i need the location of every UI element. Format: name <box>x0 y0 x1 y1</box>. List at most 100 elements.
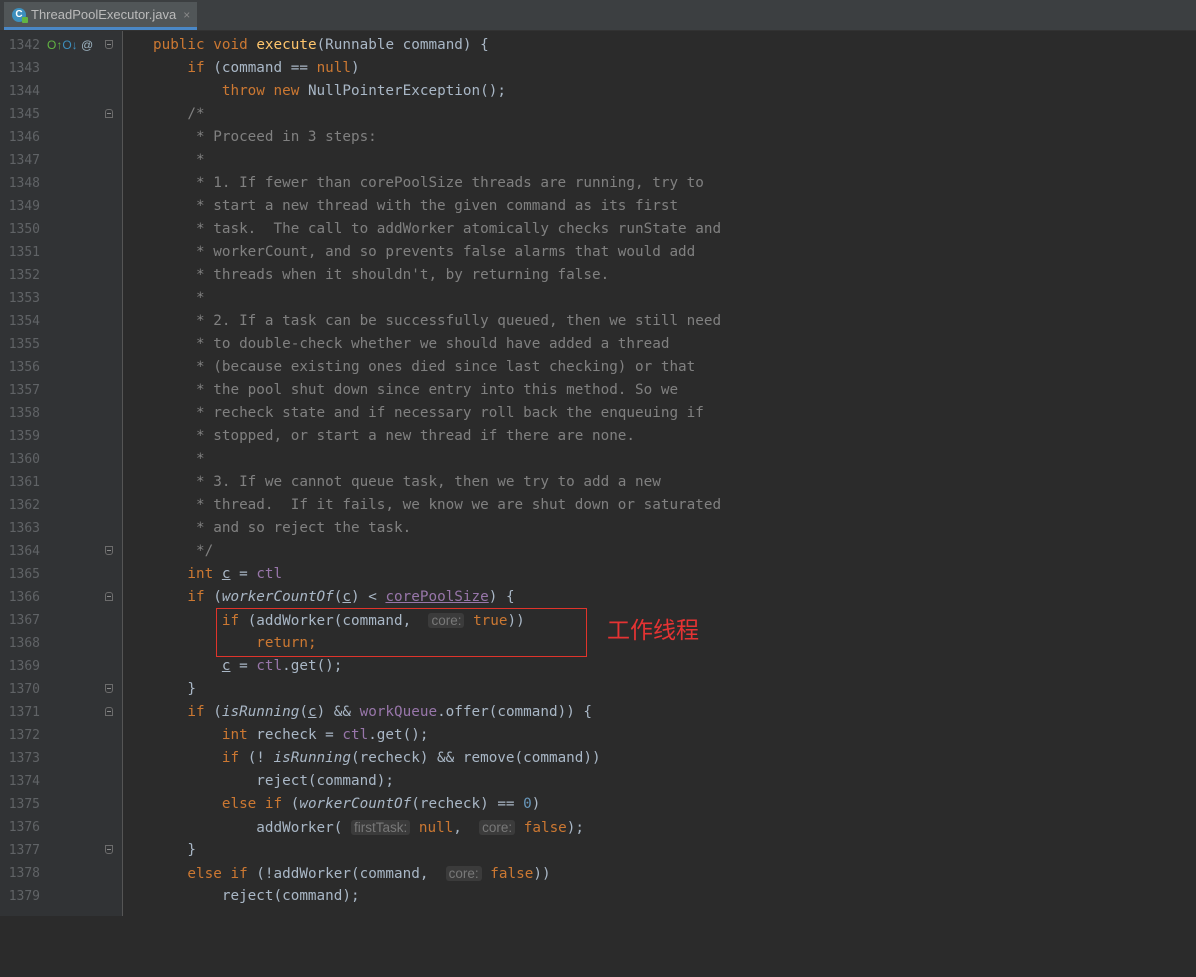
code-line: 1372 int recheck = ctl.get(); <box>0 724 1196 747</box>
fold-icon[interactable] <box>105 109 113 118</box>
line-number: 1365 <box>8 567 40 582</box>
parameter-hint: firstTask: <box>350 820 411 835</box>
line-number: 1357 <box>8 383 40 398</box>
code-line: 1344 throw new NullPointerException(); <box>0 80 1196 103</box>
code-line: 1371 if (isRunning(c) && workQueue.offer… <box>0 701 1196 724</box>
line-number: 1375 <box>8 797 40 812</box>
comment-text: * task. The call to addWorker atomically… <box>153 221 722 237</box>
code-text: if (isRunning(c) && workQueue.offer(comm… <box>153 704 593 720</box>
code-text: reject(command); <box>153 773 395 789</box>
line-number: 1358 <box>8 406 40 421</box>
fold-icon[interactable] <box>105 546 113 555</box>
code-line: 1352 * threads when it shouldn't, by ret… <box>0 264 1196 287</box>
comment-text: * 3. If we cannot queue task, then we tr… <box>153 474 661 490</box>
line-number: 1373 <box>8 751 40 766</box>
code-line: 1351 * workerCount, and so prevents fals… <box>0 241 1196 264</box>
java-class-icon: C <box>12 7 28 23</box>
line-number: 1360 <box>8 452 40 467</box>
code-text: public void execute(Runnable command) { <box>153 37 489 53</box>
annotation-icon[interactable]: @ <box>81 38 93 52</box>
fold-icon[interactable] <box>105 592 113 601</box>
line-number: 1361 <box>8 475 40 490</box>
code-line: 1343 if (command == null) <box>0 57 1196 80</box>
code-text: throw new NullPointerException(); <box>153 83 506 99</box>
parameter-hint: core: <box>479 820 516 835</box>
code-line: 1350 * task. The call to addWorker atomi… <box>0 218 1196 241</box>
fold-icon[interactable] <box>105 845 113 854</box>
line-number: 1346 <box>8 130 40 145</box>
code-text: if (! isRunning(recheck) && remove(comma… <box>153 750 601 766</box>
line-number: 1345 <box>8 107 40 122</box>
code-line: 1379 reject(command); <box>0 885 1196 908</box>
code-line: 1377 } <box>0 839 1196 862</box>
line-number: 1347 <box>8 153 40 168</box>
line-number: 1372 <box>8 728 40 743</box>
code-editor[interactable]: 1342 O↑O↓ @ public void execute(Runnable… <box>0 31 1196 916</box>
code-line: 1345 /* <box>0 103 1196 126</box>
line-number: 1354 <box>8 314 40 329</box>
comment-text: * thread. If it fails, we know we are sh… <box>153 497 722 513</box>
code-text: else if (!addWorker(command, core: false… <box>153 866 551 882</box>
line-number: 1364 <box>8 544 40 559</box>
comment-text: * and so reject the task. <box>153 520 412 536</box>
comment-text: * workerCount, and so prevents false ala… <box>153 244 696 260</box>
code-line: 1366 if (workerCountOf(c) < corePoolSize… <box>0 586 1196 609</box>
comment-text: * <box>153 152 205 168</box>
code-line: 1361 * 3. If we cannot queue task, then … <box>0 471 1196 494</box>
line-number: 1349 <box>8 199 40 214</box>
code-text: int recheck = ctl.get(); <box>153 727 429 743</box>
code-text: else if (workerCountOf(recheck) == 0) <box>153 796 541 812</box>
line-number: 1350 <box>8 222 40 237</box>
code-text: c = ctl.get(); <box>221 658 343 674</box>
code-line: 1364 */ <box>0 540 1196 563</box>
line-number: 1377 <box>8 843 40 858</box>
code-line: 1348 * 1. If fewer than corePoolSize thr… <box>0 172 1196 195</box>
line-number: 1369 <box>8 659 40 674</box>
comment-text: * to double-check whether we should have… <box>153 336 670 352</box>
code-line: 1346 * Proceed in 3 steps: <box>0 126 1196 149</box>
close-icon[interactable]: × <box>183 8 190 22</box>
overrides-method-icon[interactable]: O↑ <box>47 38 62 52</box>
annotation-highlight-box <box>216 608 587 657</box>
code-text: if (command == null) <box>153 60 360 76</box>
implemented-method-icon[interactable]: O↓ <box>62 38 77 52</box>
code-text: reject(command); <box>153 888 360 904</box>
code-line: 1354 * 2. If a task can be successfully … <box>0 310 1196 333</box>
comment-text: * <box>153 290 205 306</box>
fold-icon[interactable] <box>105 40 113 49</box>
code-line: 1373 if (! isRunning(recheck) && remove(… <box>0 747 1196 770</box>
line-number: 1370 <box>8 682 40 697</box>
code-line: 1369 c = ctl.get(); <box>0 655 1196 678</box>
comment-text: * 1. If fewer than corePoolSize threads … <box>153 175 704 191</box>
tab-threadpoolexecutor[interactable]: C ThreadPoolExecutor.java × <box>4 2 197 30</box>
comment-text: /* <box>153 106 205 122</box>
code-line: 1359 * stopped, or start a new thread if… <box>0 425 1196 448</box>
code-line: 1363 * and so reject the task. <box>0 517 1196 540</box>
comment-text: * threads when it shouldn't, by returnin… <box>153 267 610 283</box>
line-number: 1353 <box>8 291 40 306</box>
code-line: 1357 * the pool shut down since entry in… <box>0 379 1196 402</box>
code-line: 1347 * <box>0 149 1196 172</box>
line-number: 1376 <box>8 820 40 835</box>
line-number: 1374 <box>8 774 40 789</box>
line-number: 1351 <box>8 245 40 260</box>
line-number: 1344 <box>8 84 40 99</box>
line-number: 1348 <box>8 176 40 191</box>
code-line: 1367 if (addWorker(command, core: true)) <box>0 609 1196 632</box>
fold-icon[interactable] <box>105 684 113 693</box>
line-number: 1367 <box>8 613 40 628</box>
code-text: int c = ctl <box>153 566 283 582</box>
code-line: 1375 else if (workerCountOf(recheck) == … <box>0 793 1196 816</box>
code-line: 1362 * thread. If it fails, we know we a… <box>0 494 1196 517</box>
code-text: } <box>153 842 197 858</box>
line-number: 1355 <box>8 337 40 352</box>
comment-text: */ <box>153 543 214 559</box>
code-lines: 1342 O↑O↓ @ public void execute(Runnable… <box>0 34 1196 908</box>
editor-tab-bar: C ThreadPoolExecutor.java × <box>0 0 1196 31</box>
code-line: 1355 * to double-check whether we should… <box>0 333 1196 356</box>
code-text: addWorker( firstTask: null, core: false)… <box>153 820 585 836</box>
parameter-hint: core: <box>445 866 482 881</box>
line-number: 1359 <box>8 429 40 444</box>
line-number: 1356 <box>8 360 40 375</box>
fold-icon[interactable] <box>105 707 113 716</box>
